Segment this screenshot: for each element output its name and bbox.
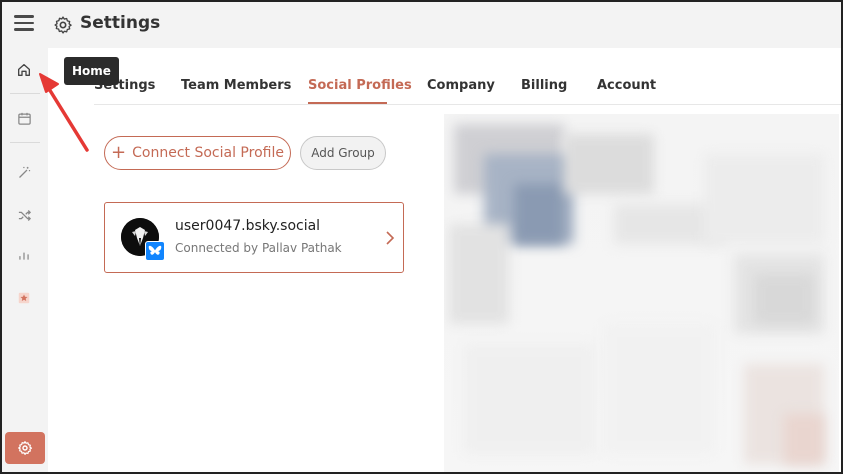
top-header: Settings <box>2 2 841 48</box>
chevron-right-icon <box>386 231 395 245</box>
tabs-divider <box>94 104 841 105</box>
tab-social-profiles[interactable]: Social Profiles <box>308 78 412 93</box>
hamburger-icon[interactable] <box>14 15 34 31</box>
plus-icon: + <box>111 142 127 163</box>
tab-account[interactable]: Account <box>597 78 656 93</box>
rail-settings-button[interactable] <box>5 432 45 464</box>
calendar-icon <box>17 112 31 125</box>
social-profile-card[interactable]: user0047.bsky.social Connected by Pallav… <box>104 202 404 273</box>
connect-button-label: Connect Social Profile <box>132 145 284 161</box>
rail-analytics-button[interactable] <box>13 244 35 266</box>
page-title: Settings <box>80 13 161 33</box>
app-window: Settings Settings Team Members Social Pr… <box>0 0 843 474</box>
tab-team-members[interactable]: Team Members <box>181 78 291 93</box>
profile-handle: user0047.bsky.social <box>175 218 321 234</box>
main-content: Settings Team Members Social Profiles Co… <box>54 50 841 472</box>
magic-wand-icon <box>18 166 30 178</box>
home-icon <box>18 64 30 76</box>
blurred-content <box>444 114 839 472</box>
connect-social-profile-button[interactable]: + Connect Social Profile <box>104 136 291 170</box>
tab-company[interactable]: Company <box>427 78 495 93</box>
tab-billing[interactable]: Billing <box>521 78 567 93</box>
add-group-label: Add Group <box>311 146 375 160</box>
gear-icon <box>18 441 33 455</box>
rail-wand-button[interactable] <box>13 161 35 183</box>
rail-star-button[interactable] <box>13 287 35 309</box>
star-badge-icon <box>18 292 30 304</box>
gear-icon <box>54 16 72 34</box>
shuffle-icon <box>18 209 31 221</box>
rail-shuffle-button[interactable] <box>13 204 35 226</box>
red-pointer-arrow <box>39 73 89 152</box>
profile-connected-by: Connected by Pallav Pathak <box>175 241 342 255</box>
bluesky-butterfly-icon <box>145 241 165 261</box>
add-group-button[interactable]: Add Group <box>300 136 386 170</box>
bar-chart-icon <box>19 252 29 260</box>
